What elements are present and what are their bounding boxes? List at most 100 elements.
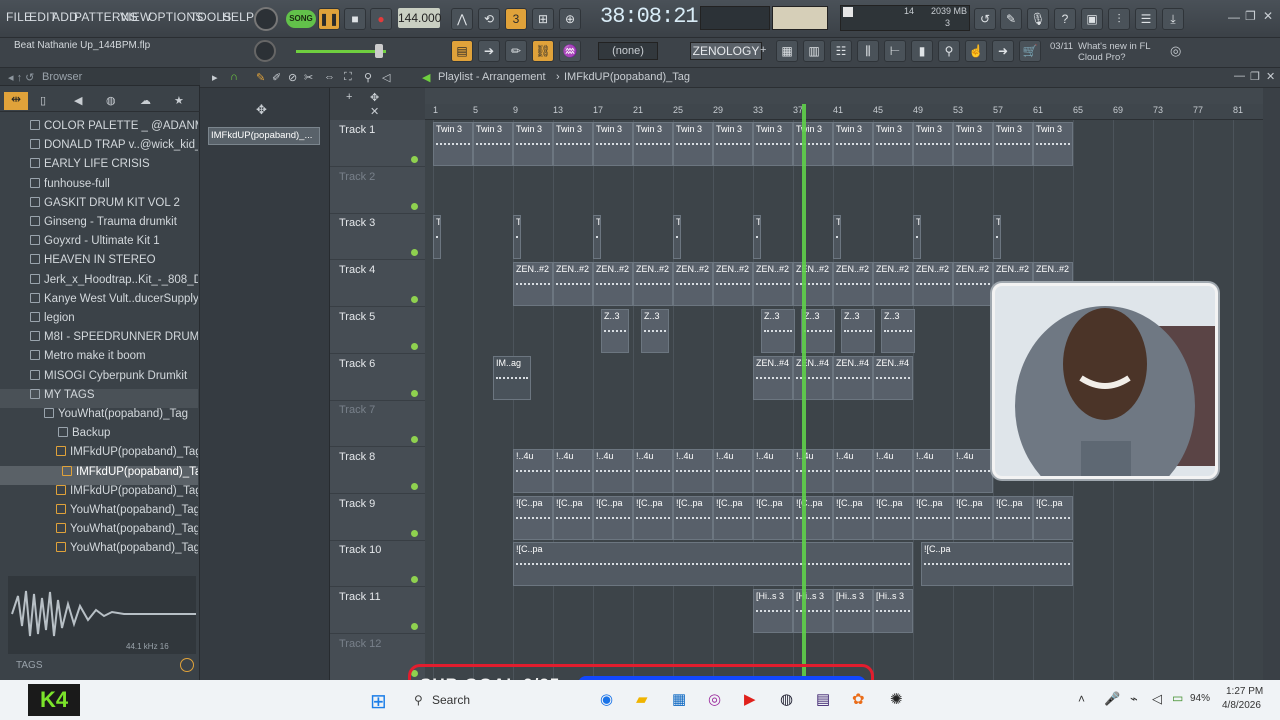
chatgpt-icon[interactable]: ✺ — [890, 690, 903, 708]
browser-item[interactable]: Jerk_x_Hoodtrap..Kit_-_808_Dolor — [0, 273, 198, 293]
step-edit-button[interactable]: ⊞ — [532, 8, 554, 30]
view-plugin-button[interactable]: ⚲ — [938, 40, 960, 62]
browser-item[interactable]: YouWhat(popaband)_Tag — [0, 542, 198, 561]
slider-handle[interactable] — [375, 44, 383, 58]
save-button[interactable]: ▣ — [1081, 8, 1103, 30]
instrument-selector[interactable]: ZENOLOGY — [690, 42, 762, 60]
tray-chevron-icon[interactable]: ˄ — [1078, 692, 1085, 706]
pattern-clip[interactable]: !..4u — [673, 448, 713, 493]
download-button[interactable]: ⤓ — [1162, 8, 1184, 30]
chat-button[interactable]: ☰ — [1135, 8, 1157, 30]
delete-tool-icon[interactable]: ⊘ — [288, 71, 297, 84]
track-mute-led[interactable] — [411, 623, 418, 630]
browser-plugins-icon[interactable]: ◍ — [106, 94, 116, 107]
browser-files-icon[interactable]: ▯ — [40, 94, 46, 107]
track-mute-led[interactable] — [411, 342, 418, 350]
pattern-clip[interactable]: ZEN..#2 — [833, 262, 873, 307]
browser-item[interactable]: Backup — [0, 427, 198, 446]
pattern-clip[interactable]: ![C..pa — [753, 495, 793, 540]
tempo-display[interactable]: 144.000 — [398, 8, 441, 28]
pattern-clip[interactable]: Twin 3 — [913, 215, 921, 260]
pattern-clip[interactable]: ZEN..#2 — [913, 262, 953, 307]
pattern-clip[interactable]: Z..3 — [801, 308, 835, 353]
browser-cloud-icon[interactable]: ☁ — [140, 94, 151, 107]
pattern-clip[interactable]: ![C..pa — [713, 495, 753, 540]
taskbar-search[interactable]: Search — [432, 693, 470, 707]
pitch-knob[interactable] — [254, 40, 276, 62]
pattern-clip[interactable]: Twin 3 — [513, 215, 521, 260]
track-header[interactable]: Track 6 — [330, 354, 425, 401]
browser-item[interactable]: EARLY LIFE CRISIS — [0, 158, 198, 177]
stop-button[interactable]: ■ — [344, 8, 366, 30]
playlist-play-icon[interactable]: ◀ — [422, 71, 430, 84]
mute-tool-icon[interactable]: ✂ — [304, 71, 313, 84]
obs-icon[interactable]: ◍ — [780, 690, 793, 708]
pattern-clip[interactable]: !..4u — [593, 448, 633, 493]
pattern-clip[interactable]: ![C..pa — [593, 495, 633, 540]
pattern-clip[interactable]: Z..3 — [641, 308, 669, 353]
browser-item[interactable]: YouWhat(popaband)_Tag — [0, 523, 198, 542]
pattern-clip[interactable]: Twin 3 — [833, 122, 873, 166]
pattern-clip[interactable]: Twin 3 — [513, 122, 553, 166]
browser-item[interactable]: HEAVEN IN STEREO — [0, 254, 198, 273]
browser-item[interactable]: YouWhat(popaband)_Tag — [0, 408, 198, 427]
pattern-clip[interactable]: ![C..pa — [913, 495, 953, 540]
track-header[interactable]: Track 1 — [330, 120, 425, 167]
pattern-clip[interactable]: ![C..pa — [673, 495, 713, 540]
track-header[interactable]: Track 9 — [330, 494, 425, 541]
speaker-icon[interactable]: ◁ — [382, 71, 390, 84]
pattern-clip[interactable]: Twin 3 — [913, 122, 953, 166]
zoom-all-icon[interactable]: ✥ — [370, 91, 379, 104]
track-mute-led[interactable] — [411, 482, 418, 490]
browser-item[interactable]: Ginseng - Trauma drumkit — [0, 216, 198, 235]
track-header[interactable]: Track 7 — [330, 400, 425, 448]
browser-item[interactable]: Goyxrd - Ultimate Kit 1 — [0, 235, 198, 254]
pattern-selector[interactable]: (none) — [598, 42, 658, 60]
wait-button[interactable]: ⟲ — [478, 8, 500, 30]
view-script-button[interactable]: ➜ — [992, 40, 1014, 62]
pattern-clip[interactable]: Twin 3 — [593, 215, 601, 260]
view-shop-button[interactable]: 🛒 — [1019, 40, 1041, 62]
pattern-clip[interactable]: ![C..pa — [921, 542, 1073, 587]
track-header[interactable]: Track 10 — [330, 540, 425, 588]
pattern-clip[interactable]: [Hi..s 3 — [873, 589, 913, 633]
pattern-clip[interactable]: !..4u — [713, 448, 753, 493]
pattern-clip[interactable]: !..4u — [793, 448, 833, 493]
folder-icon[interactable]: ▰ — [636, 690, 648, 708]
track-mute-led[interactable] — [411, 156, 418, 163]
pattern-clip[interactable]: !..4u — [633, 448, 673, 493]
pattern-chip[interactable]: IMFkdUP(popaband)_... — [208, 127, 320, 145]
pattern-clip[interactable]: ![C..pa — [553, 495, 593, 540]
view-pianoroll-button[interactable]: ▥ — [803, 40, 825, 62]
view-mixer-button[interactable]: ⫼ — [857, 40, 879, 62]
track-mute-led[interactable] — [411, 576, 418, 584]
track-mute-led[interactable] — [411, 529, 418, 537]
track-mute-led[interactable] — [411, 202, 418, 210]
slip-tool-icon[interactable]: ⇔ — [324, 71, 335, 83]
mic-tray-icon[interactable]: 🎤 — [1104, 691, 1120, 707]
playlist-button[interactable]: ▤ — [451, 40, 473, 62]
playlist-maximize-icon[interactable]: ❐ — [1250, 70, 1260, 83]
globe-icon[interactable]: ◎ — [1170, 43, 1181, 59]
browser-all-tab[interactable]: ⇹ — [4, 92, 28, 110]
magnet-icon[interactable]: ∩ — [230, 71, 238, 83]
pattern-clip[interactable]: [Hi..s 3 — [753, 589, 793, 633]
playlist-close-icon[interactable]: ✕ — [1266, 70, 1275, 83]
browser-item[interactable]: IMFkdUP(popaband)_Tag — [0, 465, 198, 485]
stamp-button[interactable]: ♒ — [559, 40, 581, 62]
master-volume-knob[interactable] — [254, 7, 278, 31]
pattern-clip[interactable]: Twin 3 — [673, 122, 713, 166]
close-icon[interactable]: ✕ — [1263, 9, 1273, 23]
link-button[interactable]: ⛓ — [532, 40, 554, 62]
pattern-clip[interactable]: Twin 3 — [753, 122, 793, 166]
view-touch-button[interactable]: ☝ — [965, 40, 987, 62]
clock-time[interactable]: 1:27 PM — [1226, 686, 1263, 697]
browser-item[interactable]: YouWhat(popaband)_Tag — [0, 504, 198, 523]
pattern-clip[interactable]: Twin 3 — [1033, 122, 1073, 166]
track-header[interactable]: Track 11 — [330, 587, 425, 634]
menu-view[interactable]: VIEW — [120, 10, 151, 24]
pattern-clip[interactable]: Twin 3 — [793, 122, 833, 166]
pattern-clip[interactable]: Twin 3 — [713, 122, 753, 166]
vertical-scrollbar[interactable] — [1263, 104, 1280, 680]
search-icon[interactable] — [180, 658, 194, 672]
